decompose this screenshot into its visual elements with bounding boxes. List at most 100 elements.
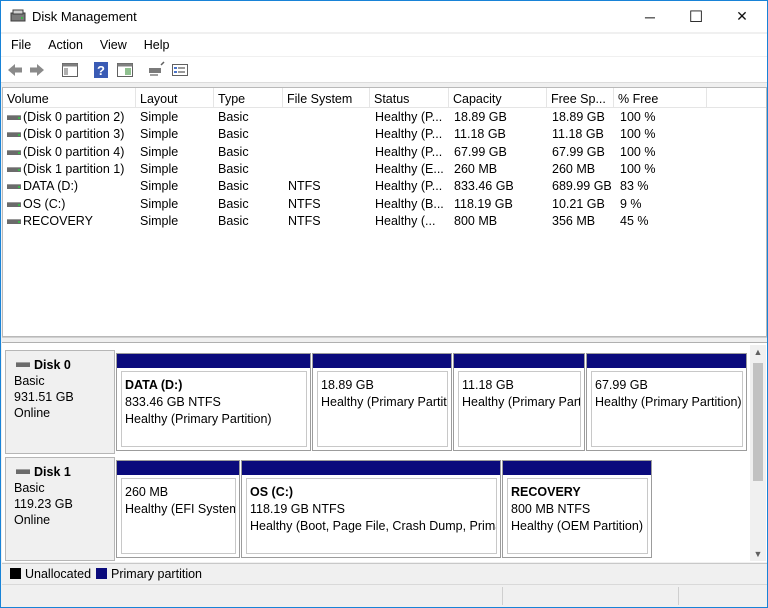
cell-type: Basic [218,179,249,194]
close-icon: ✕ [736,8,748,24]
forward-icon[interactable] [28,61,46,79]
volume-icon [7,115,21,120]
primary-partition-bar [242,461,500,475]
maximize-button[interactable]: ☐ [673,1,719,32]
disk-layout-pane: Disk 0 Basic 931.51 GB Online DATA (D:) … [2,343,767,562]
cell-capacity: 800 MB [454,213,498,228]
partition-body: RECOVERY 800 MB NTFS Healthy (OEM Partit… [507,478,648,554]
back-icon[interactable] [6,61,24,79]
partition-status: Healthy (OEM Partition) [511,519,643,533]
cell-layout: Simple [140,110,179,124]
partition-disk0-4[interactable]: 67.99 GB Healthy (Primary Partition) [586,353,747,451]
console-tree-icon[interactable] [61,61,79,79]
partition-disk1-recovery[interactable]: RECOVERY 800 MB NTFS Healthy (OEM Partit… [502,460,652,558]
volume-icon [7,132,21,138]
legend-primary-partition: Primary partition [111,567,202,581]
properties-icon[interactable] [116,61,134,79]
scroll-down-arrow-icon[interactable]: ▼ [750,547,766,561]
volume-icon [7,201,21,207]
column-header-status[interactable]: Status [370,88,449,108]
partition-name: DATA (D:) [125,378,183,392]
cell-percent-free: 45 % [620,213,649,228]
cell-status: Healthy (B... [375,196,444,211]
primary-partition-bar [587,354,746,368]
table-row[interactable]: RECOVERY Simple Basic NTFS Healthy (... 800 M… [3,213,766,230]
column-header-file-system[interactable]: File System [283,88,370,108]
cell-percent-free: 9 % [620,196,642,211]
cell-file-system: NTFS [288,196,321,211]
table-row[interactable]: DATA (D:) Simple Basic NTFS Healthy (P... 833… [3,178,766,195]
primary-partition-bar [454,354,584,368]
volume-icon [7,149,21,155]
column-header-layout[interactable]: Layout [136,88,214,108]
column-header-percent-free[interactable]: % Free [614,88,707,108]
disk-1-size: 119.23 GB [14,497,73,511]
table-row[interactable]: OS (C:) Simple Basic NTFS Healthy (B... 118.1… [3,196,766,213]
partition-disk0-2[interactable]: 18.89 GB Healthy (Primary Partiti [312,353,452,451]
primary-partition-swatch [96,568,107,579]
cell-layout: Simple [140,213,179,228]
column-header-capacity[interactable]: Capacity [449,88,547,108]
menu-file[interactable]: File [1,34,39,56]
disk-0-state: Online [14,406,51,420]
column-header-free-space[interactable]: Free Sp... [547,88,614,108]
partition-disk0-3[interactable]: 11.18 GB Healthy (Primary Parti [453,353,585,451]
partition-status: Healthy (Primary Parti [462,395,581,409]
partition-body: DATA (D:) 833.46 GB NTFS Healthy (Primar… [121,371,307,447]
cell-volume: (Disk 0 partition 3) [23,127,125,142]
column-header-type[interactable]: Type [214,88,283,108]
help-icon[interactable]: ? [93,61,109,79]
partition-body: OS (C:) 118.19 GB NTFS Healthy (Boot, Pa… [246,478,497,554]
disk-icon [16,469,30,474]
table-row[interactable]: (Disk 0 partition 3) Simple Basic Healthy (… [3,126,766,143]
cell-capacity: 833.46 GB [454,179,514,194]
menu-help[interactable]: Help [135,34,178,56]
partition-name: RECOVERY [511,485,581,499]
disk-0-size: 931.51 GB [14,390,74,404]
disk-management-window: Disk Management ─ ☐ ✕ File Action View H… [0,0,768,608]
partition-size: 18.89 GB [321,378,374,392]
disk-icon [16,362,30,367]
menu-action[interactable]: Action [39,34,91,56]
partition-disk1-os[interactable]: OS (C:) 118.19 GB NTFS Healthy (Boot, Pa… [241,460,501,558]
table-row[interactable]: (Disk 1 partition 1) Simple Basic Healthy (… [3,161,766,178]
status-divider [502,587,503,605]
unallocated-swatch [10,568,21,579]
scrollbar-thumb[interactable] [753,363,763,481]
cell-free-space: 18.89 GB [552,110,605,124]
disk-1-name: Disk 1 [34,465,71,479]
minimize-button[interactable]: ─ [627,1,673,32]
menu-view[interactable]: View [91,34,135,56]
cell-status: Healthy (P... [375,110,443,124]
rescan-icon[interactable] [171,61,189,79]
disk-1-type: Basic [14,481,45,495]
volume-list[interactable]: Volume Layout Type File System Status Ca… [2,87,767,337]
title-bar[interactable]: Disk Management ─ ☐ ✕ [1,1,767,32]
disk-0-name-row: Disk 0 [14,357,114,373]
disk-1-label[interactable]: Disk 1 Basic 119.23 GB Online [5,457,115,561]
cell-type: Basic [218,196,249,211]
close-button[interactable]: ✕ [719,1,765,32]
legend: Unallocated Primary partition [2,563,767,583]
cell-type: Basic [218,144,249,159]
partition-body: 260 MB Healthy (EFI System [121,478,236,554]
partition-disk0-data[interactable]: DATA (D:) 833.46 GB NTFS Healthy (Primar… [116,353,311,451]
cell-status: Healthy (P... [375,179,443,194]
connect-icon[interactable] [147,61,165,79]
column-header-volume[interactable]: Volume [3,88,136,108]
partition-body: 67.99 GB Healthy (Primary Partition) [591,371,743,447]
scroll-up-arrow-icon[interactable]: ▲ [750,345,766,359]
disk-management-app-icon [10,9,26,22]
partition-disk1-efi[interactable]: 260 MB Healthy (EFI System [116,460,240,558]
partition-size: 800 MB NTFS [511,502,591,516]
cell-layout: Simple [140,127,179,142]
primary-partition-bar [117,461,239,475]
disk-0-label[interactable]: Disk 0 Basic 931.51 GB Online [5,350,115,454]
cell-percent-free: 100 % [620,144,656,159]
cell-status: Healthy (P... [375,127,443,142]
table-row[interactable]: (Disk 0 partition 2) Simple Basic Healthy (… [3,109,766,126]
cell-free-space: 356 MB [552,213,596,228]
table-row[interactable]: (Disk 0 partition 4) Simple Basic Healthy (… [3,144,766,161]
disk-pane-scrollbar[interactable]: ▲ ▼ [750,345,766,561]
partition-status: Healthy (Boot, Page File, Crash Dump, Pr… [250,519,497,533]
